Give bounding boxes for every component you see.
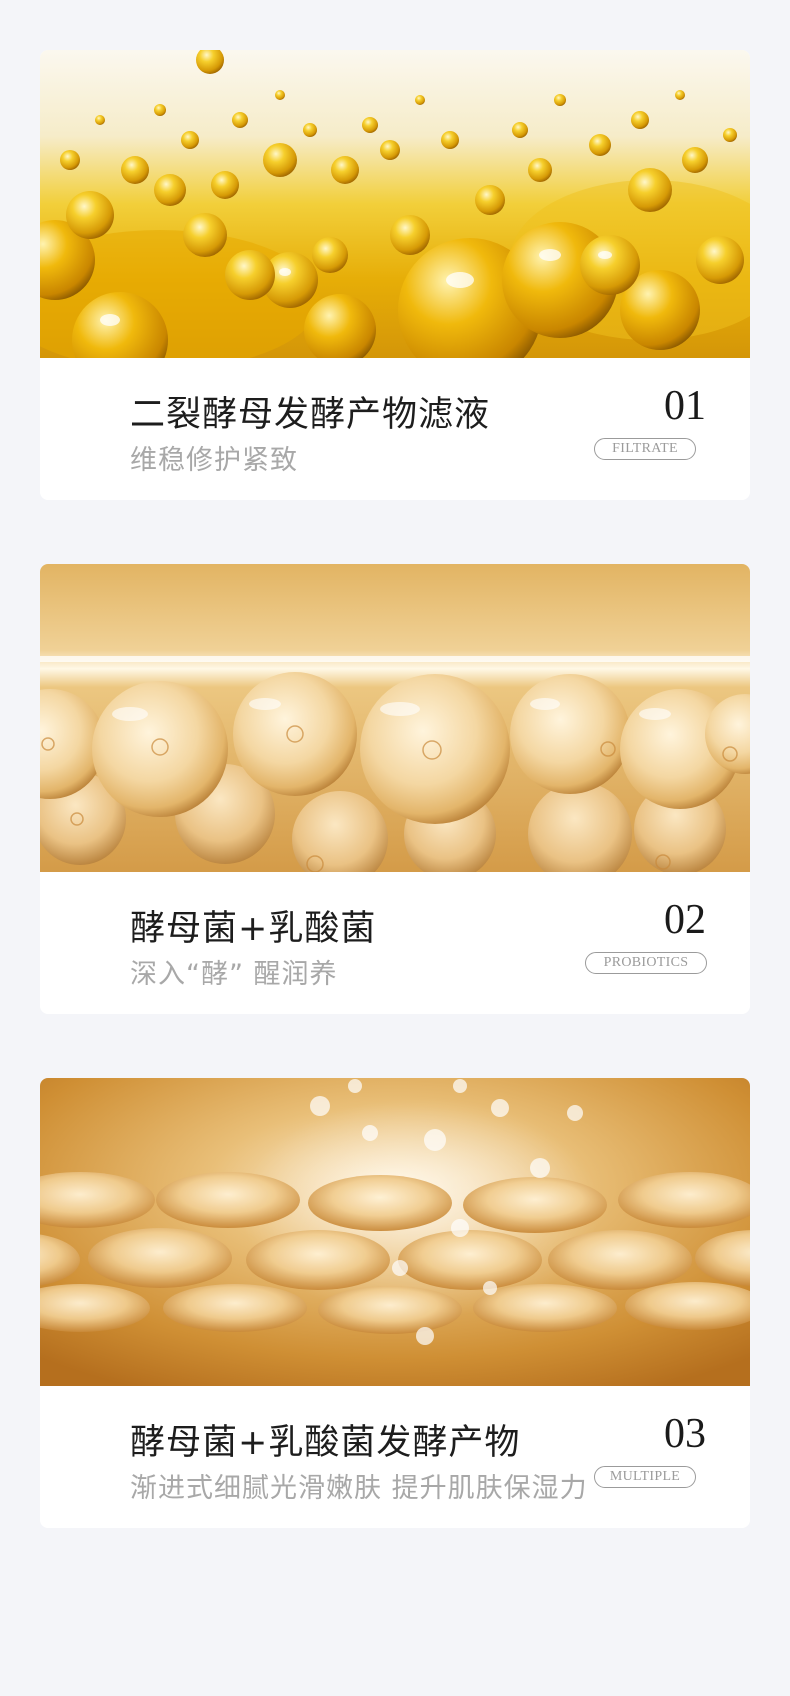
ingredient-info: 二裂酵母发酵产物滤液 维稳修护紧致 01 FILTRATE (40, 358, 750, 500)
golden-oil-bubbles-image (40, 50, 750, 358)
ingredient-number: 02 (664, 897, 706, 943)
ingredient-info: 酵母菌+乳酸菌发酵产物 渐进式细腻光滑嫩肤 提升肌肤保湿力 03 MULTIPL… (40, 1386, 750, 1528)
ingredient-number: 01 (664, 383, 706, 429)
ingredient-number: 03 (664, 1411, 706, 1457)
ingredient-card-filtrate: 二裂酵母发酵产物滤液 维稳修护紧致 01 FILTRATE (40, 50, 750, 500)
ingredient-tag-badge: PROBIOTICS (585, 952, 707, 974)
ingredient-tag-badge: FILTRATE (594, 438, 696, 460)
ingredient-info: 酵母菌+乳酸菌 深入“酵” 醒润养 02 PROBIOTICS (40, 872, 750, 1014)
ingredient-subtitle: 深入“酵” 醒润养 (130, 959, 338, 990)
ingredient-subtitle: 维稳修护紧致 (130, 445, 298, 476)
ingredient-card-multiple: 酵母菌+乳酸菌发酵产物 渐进式细腻光滑嫩肤 提升肌肤保湿力 03 MULTIPL… (40, 1078, 750, 1528)
golden-capsules-image (40, 1078, 750, 1386)
ingredient-title: 酵母菌+乳酸菌发酵产物 (130, 1423, 521, 1463)
amber-spheres-image (40, 564, 750, 872)
ingredient-tag-badge: MULTIPLE (594, 1466, 696, 1488)
ingredient-title: 酵母菌+乳酸菌 (130, 909, 377, 949)
ingredient-title: 二裂酵母发酵产物滤液 (130, 395, 491, 435)
ingredient-subtitle: 渐进式细腻光滑嫩肤 提升肌肤保湿力 (130, 1473, 588, 1504)
ingredient-card-probiotics: 酵母菌+乳酸菌 深入“酵” 醒润养 02 PROBIOTICS (40, 564, 750, 1014)
